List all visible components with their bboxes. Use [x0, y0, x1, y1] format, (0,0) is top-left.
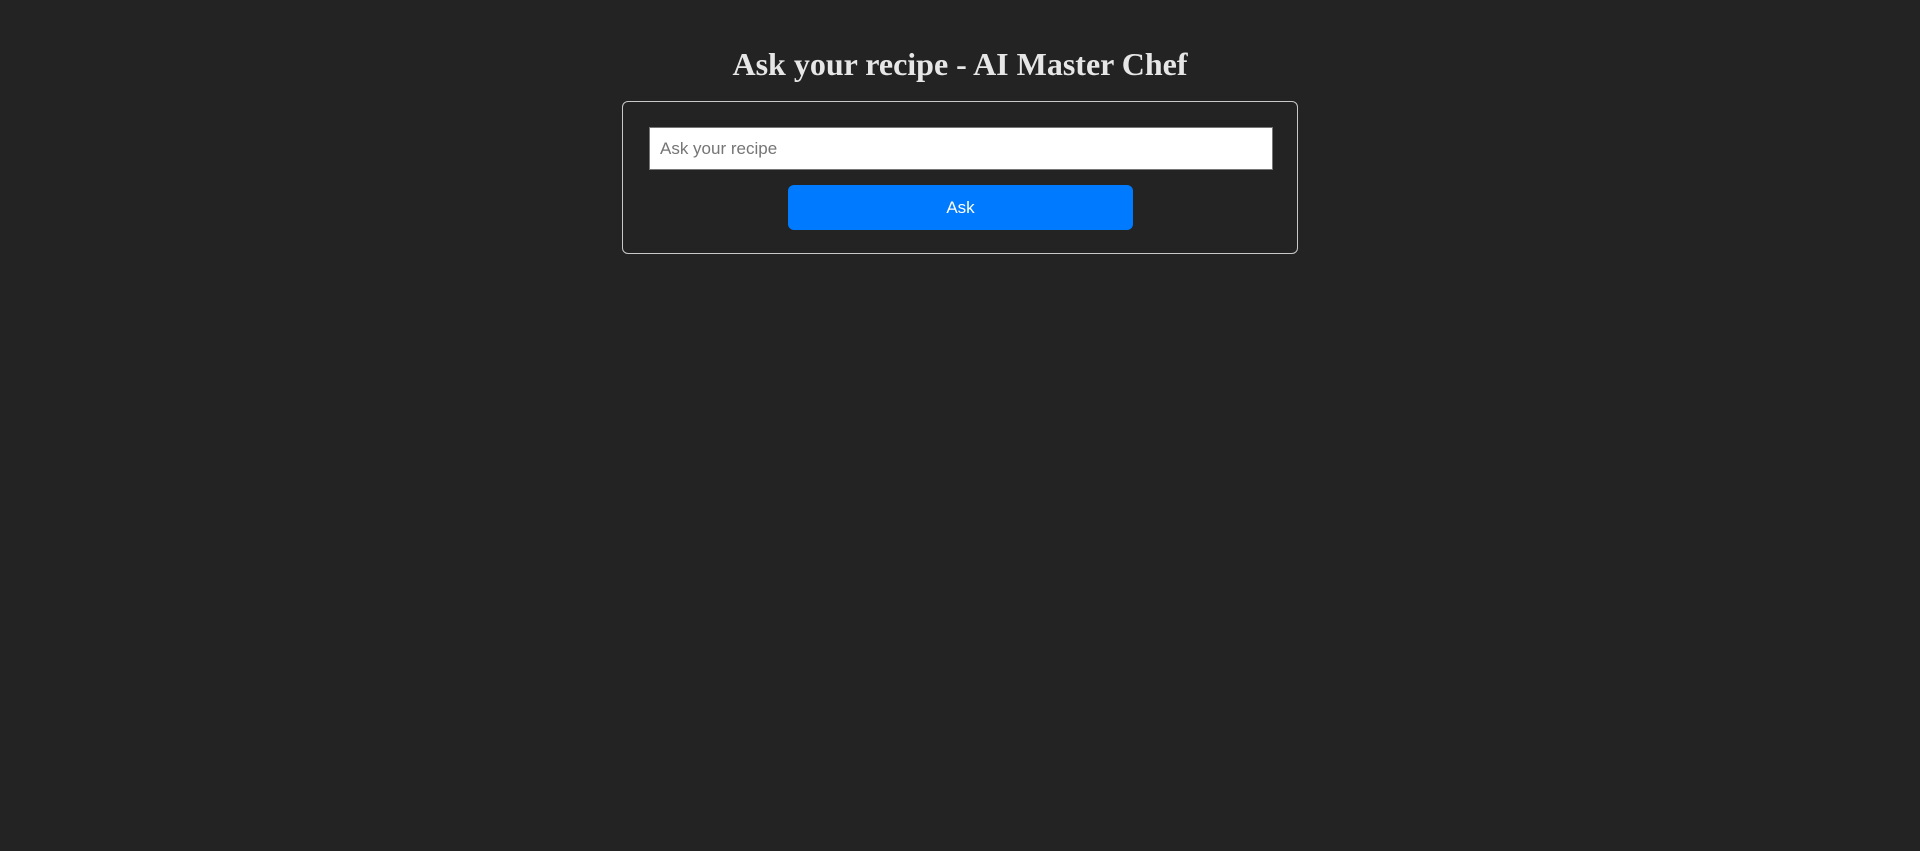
recipe-query-input[interactable]: [649, 127, 1273, 170]
ask-button[interactable]: Ask: [788, 185, 1133, 230]
page-title: Ask your recipe - AI Master Chef: [732, 46, 1188, 82]
recipe-form-card: Ask: [622, 101, 1298, 254]
